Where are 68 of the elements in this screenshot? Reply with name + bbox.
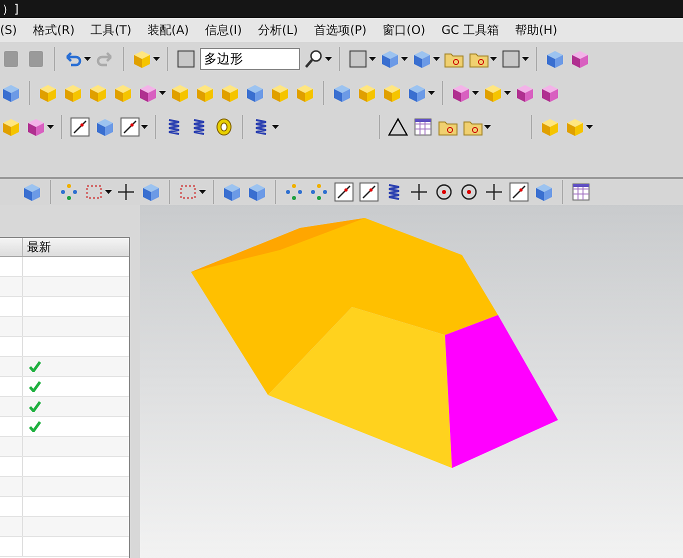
cube-icon[interactable] bbox=[539, 116, 561, 138]
caret-icon[interactable] bbox=[47, 125, 54, 129]
menu-item[interactable]: 窗口(O) bbox=[382, 22, 426, 38]
dots-icon[interactable] bbox=[58, 181, 80, 203]
window-title: ）] bbox=[2, 1, 19, 18]
cube-icon[interactable] bbox=[62, 82, 84, 104]
menu-item[interactable]: 帮助(H) bbox=[514, 22, 558, 38]
menu-item[interactable]: GC 工具箱 bbox=[441, 22, 499, 38]
caret-icon[interactable] bbox=[504, 91, 511, 95]
dots-icon[interactable] bbox=[283, 181, 305, 203]
cube-icon[interactable] bbox=[37, 82, 59, 104]
cube-icon[interactable] bbox=[569, 48, 591, 70]
caret-icon[interactable] bbox=[199, 190, 206, 194]
caret-icon[interactable] bbox=[105, 190, 112, 194]
caret-icon[interactable] bbox=[484, 125, 491, 129]
crosshair-icon[interactable] bbox=[115, 181, 137, 203]
menu-item[interactable]: 信息(I) bbox=[204, 22, 242, 38]
menu-item[interactable]: 首选项(P) bbox=[314, 22, 367, 38]
cube-icon[interactable] bbox=[539, 82, 561, 104]
cube-icon[interactable] bbox=[544, 48, 566, 70]
caret-icon[interactable] bbox=[325, 57, 332, 61]
square-icon[interactable] bbox=[347, 48, 369, 70]
grid-icon[interactable] bbox=[570, 181, 592, 203]
cube-icon[interactable] bbox=[294, 82, 316, 104]
cube-icon[interactable] bbox=[514, 82, 536, 104]
cube-icon[interactable] bbox=[0, 82, 22, 104]
menu-item[interactable]: 装配(A) bbox=[147, 22, 189, 38]
caret-icon[interactable] bbox=[369, 57, 376, 61]
crosshair-icon[interactable] bbox=[408, 181, 430, 203]
cube-icon[interactable] bbox=[269, 82, 291, 104]
cube-icon[interactable] bbox=[381, 82, 403, 104]
grid-icon[interactable] bbox=[412, 116, 434, 138]
caret-icon[interactable] bbox=[272, 125, 279, 129]
caret-icon[interactable] bbox=[522, 57, 529, 61]
menu-item[interactable]: (S) bbox=[0, 23, 17, 37]
triangle-icon[interactable] bbox=[387, 116, 409, 138]
cube-icon[interactable] bbox=[219, 82, 241, 104]
cube-icon[interactable] bbox=[112, 82, 134, 104]
cube-icon[interactable] bbox=[87, 82, 109, 104]
cube-icon[interactable] bbox=[356, 82, 378, 104]
caret-icon[interactable] bbox=[428, 91, 435, 95]
find-field[interactable]: 多边形 bbox=[200, 48, 300, 70]
square-icon[interactable] bbox=[500, 48, 522, 70]
caret-icon[interactable] bbox=[84, 57, 91, 61]
cube-icon[interactable] bbox=[244, 82, 266, 104]
caret-icon[interactable] bbox=[472, 91, 479, 95]
crosshair-icon[interactable] bbox=[483, 181, 505, 203]
cube-icon[interactable] bbox=[221, 181, 243, 203]
cube-icon[interactable] bbox=[194, 82, 216, 104]
cube-icon[interactable] bbox=[21, 181, 43, 203]
caret-icon[interactable] bbox=[401, 57, 408, 61]
caret-icon[interactable] bbox=[153, 57, 160, 61]
menu-item[interactable]: 工具(T) bbox=[90, 22, 132, 38]
cube-icon[interactable] bbox=[25, 116, 47, 138]
cube-icon[interactable] bbox=[450, 82, 472, 104]
caret-icon[interactable] bbox=[586, 125, 593, 129]
cube-icon[interactable] bbox=[246, 181, 268, 203]
cube-icon[interactable] bbox=[0, 116, 22, 138]
dots-icon[interactable] bbox=[308, 181, 330, 203]
caret-icon[interactable] bbox=[490, 57, 497, 61]
cube-icon[interactable] bbox=[137, 82, 159, 104]
cube-icon[interactable] bbox=[331, 82, 353, 104]
square-icon[interactable] bbox=[175, 48, 197, 70]
menu-item[interactable]: 格式(R) bbox=[32, 22, 75, 38]
menu-item[interactable]: 分析(L) bbox=[258, 22, 298, 38]
caret-icon[interactable] bbox=[159, 91, 166, 95]
caret-icon[interactable] bbox=[141, 125, 148, 129]
caret-icon[interactable] bbox=[433, 57, 440, 61]
